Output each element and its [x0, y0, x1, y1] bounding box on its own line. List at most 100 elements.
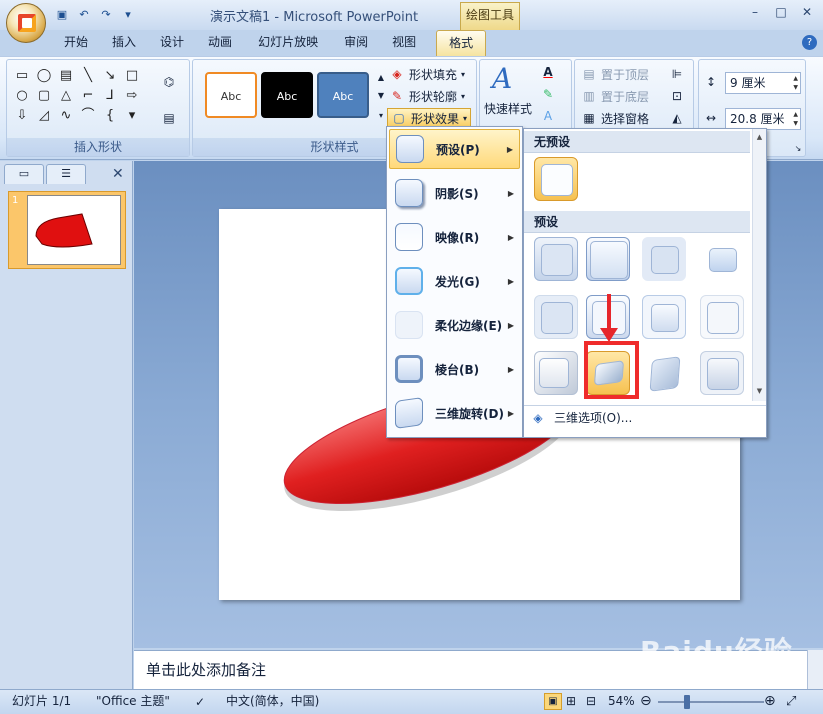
zoom-slider-thumb[interactable] [683, 695, 690, 709]
shape-outline-button[interactable]: ✎ 形状轮廓 ▾ [389, 86, 465, 106]
height-icon: ↕ [705, 75, 717, 89]
zoom-in-icon[interactable]: ⊕ [764, 690, 776, 713]
dialog-launcher-icon[interactable]: ↘ [790, 141, 806, 157]
height-field[interactable]: 9 厘米 [725, 72, 801, 94]
rectangle-shape-icon[interactable]: ▭ [13, 68, 31, 84]
preset-option-12[interactable] [700, 351, 744, 395]
quick-styles-button[interactable]: 快速样式 [484, 100, 532, 117]
preset-option-7[interactable] [642, 295, 686, 339]
down-arrow-shape-icon[interactable]: ⇩ [13, 108, 31, 124]
preset-option-4[interactable] [700, 237, 744, 281]
outline-tab-icon[interactable]: ☰ [46, 164, 86, 184]
save-icon[interactable]: ▣ [54, 6, 70, 22]
text-box-icon[interactable]: ▤ [161, 110, 177, 126]
office-button[interactable] [6, 3, 46, 43]
elbow-arrow-icon[interactable]: ⅃ [101, 88, 119, 104]
normal-view-icon[interactable]: ▣ [544, 693, 562, 710]
tab-format[interactable]: 格式 [436, 30, 487, 56]
style-preset-blue[interactable]: Abc [317, 72, 369, 118]
textbox-shape-icon[interactable]: ▤ [57, 68, 75, 84]
width-field[interactable]: 20.8 厘米 [725, 108, 801, 130]
office-logo-icon [18, 14, 36, 32]
gallery-down-icon[interactable]: ▼ [373, 88, 389, 104]
rounded-rect-shape-icon[interactable]: ▢ [35, 88, 53, 104]
preset-option-5[interactable] [534, 295, 578, 339]
zoom-out-icon[interactable]: ⊖ [640, 690, 652, 713]
sorter-view-icon[interactable]: ⊞ [566, 693, 576, 710]
tab-review[interactable]: 审阅 [332, 30, 380, 56]
tab-insert[interactable]: 插入 [100, 30, 148, 56]
group-icon[interactable]: ⊡ [669, 88, 685, 104]
fit-window-icon[interactable]: ⤢ [786, 690, 796, 713]
menu-item-soft-edges[interactable]: 柔化边缘(E) ▶ [389, 305, 520, 345]
text-effects-icon[interactable]: A [540, 108, 556, 124]
gallery-up-icon[interactable]: ▲ [373, 70, 389, 86]
arrow-line-shape-icon[interactable]: ↘ [101, 68, 119, 84]
preset-option-11[interactable] [642, 351, 686, 395]
help-icon[interactable]: ? [802, 35, 817, 50]
menu-item-bevel[interactable]: 棱台(B) ▶ [389, 349, 520, 389]
tab-animations[interactable]: 动画 [196, 30, 244, 56]
text-fill-icon[interactable]: A [540, 64, 556, 80]
wordart-a-icon[interactable]: A [492, 62, 512, 95]
freeform-shape-icon[interactable]: ◿ [35, 108, 53, 124]
right-arrow-shape-icon[interactable]: ⇨ [123, 88, 141, 104]
tab-home[interactable]: 开始 [52, 30, 100, 56]
paint-bucket-icon: ◈ [392, 67, 402, 81]
style-preset-black[interactable]: Abc [261, 72, 313, 118]
shape-fill-button[interactable]: ◈ 形状填充 ▾ [389, 64, 465, 84]
menu-item-glow[interactable]: 发光(G) ▶ [389, 261, 520, 301]
customize-icon[interactable]: ▾ [120, 6, 136, 22]
more-shapes-icon[interactable]: ▾ [123, 108, 141, 124]
line-shape-icon[interactable]: ╲ [79, 68, 97, 84]
text-outline-icon[interactable]: ✎ [540, 86, 556, 102]
close-button[interactable]: ✕ [794, 4, 820, 22]
menu-item-3d-rotation[interactable]: 三维旋转(D) ▶ [389, 393, 520, 433]
theme-name: "Office 主题" [96, 694, 170, 708]
preset-option-8[interactable] [700, 295, 744, 339]
oval-shape-icon[interactable]: ◯ [35, 68, 53, 84]
redo-icon[interactable]: ↷ [98, 6, 114, 22]
scribble-shape-icon[interactable]: ∿ [57, 108, 75, 124]
style-preset-orange[interactable]: Abc [205, 72, 257, 118]
brace-shape-icon[interactable]: { [101, 108, 119, 124]
slide-thumbnail[interactable]: 1 [8, 191, 126, 269]
panel-scrollbar[interactable]: ▲ ▼ [752, 129, 766, 401]
tab-view[interactable]: 视图 [380, 30, 428, 56]
zoom-level[interactable]: 54% [608, 690, 635, 713]
bring-to-front-button[interactable]: ▤ 置于顶层 [581, 64, 649, 84]
align-icon[interactable]: ⊫ [669, 66, 685, 82]
3d-options-button[interactable]: ◈ 三维选项(O)... [524, 405, 766, 429]
notes-scrollbar[interactable] [807, 650, 823, 689]
square-shape-icon[interactable]: □ [123, 68, 141, 84]
undo-icon[interactable]: ↶ [76, 6, 92, 22]
edit-shape-icon[interactable]: ⌬ [161, 74, 177, 90]
circle-shape-icon[interactable]: ○ [13, 88, 31, 104]
3d-options-icon: ◈ [533, 410, 543, 425]
close-pane-icon[interactable]: ✕ [112, 166, 124, 182]
selection-pane-button[interactable]: ▦ 选择窗格 [581, 108, 649, 128]
menu-item-preset[interactable]: 预设(P) ▶ [389, 129, 520, 169]
tab-slideshow[interactable]: 幻灯片放映 [244, 30, 332, 56]
triangle-shape-icon[interactable]: △ [57, 88, 75, 104]
preset-option-3[interactable] [642, 237, 686, 281]
shape-effects-button[interactable]: ▢ 形状效果 ▾ [387, 108, 472, 128]
shape-gallery[interactable]: ▭ ◯ ▤ ╲ ↘ □ ○ ▢ △ ⌐ ⅃ ⇨ ⇩ ◿ ∿ ⌒ { ▾ [13, 68, 143, 126]
slideshow-view-icon[interactable]: ⊟ [586, 693, 596, 710]
elbow-connector-icon[interactable]: ⌐ [79, 88, 97, 104]
preset-option-2[interactable] [586, 237, 630, 281]
preset-option-1[interactable] [534, 237, 578, 281]
no-preset-option[interactable] [534, 157, 578, 201]
preset-option-9[interactable] [534, 351, 578, 395]
rotate-icon[interactable]: ◭ [669, 110, 685, 126]
zoom-slider[interactable] [658, 701, 764, 703]
spell-check-icon[interactable]: ✓ [192, 694, 208, 710]
slides-tab-icon[interactable]: ▭ [4, 164, 44, 184]
tab-design[interactable]: 设计 [148, 30, 196, 56]
menu-item-shadow[interactable]: 阴影(S) ▶ [389, 173, 520, 213]
menu-item-reflection[interactable]: 映像(R) ▶ [389, 217, 520, 257]
restore-button[interactable]: □ [768, 4, 794, 22]
minimize-button[interactable]: – [742, 4, 768, 22]
curve-shape-icon[interactable]: ⌒ [79, 108, 97, 124]
send-to-back-button[interactable]: ▥ 置于底层 [581, 86, 649, 106]
